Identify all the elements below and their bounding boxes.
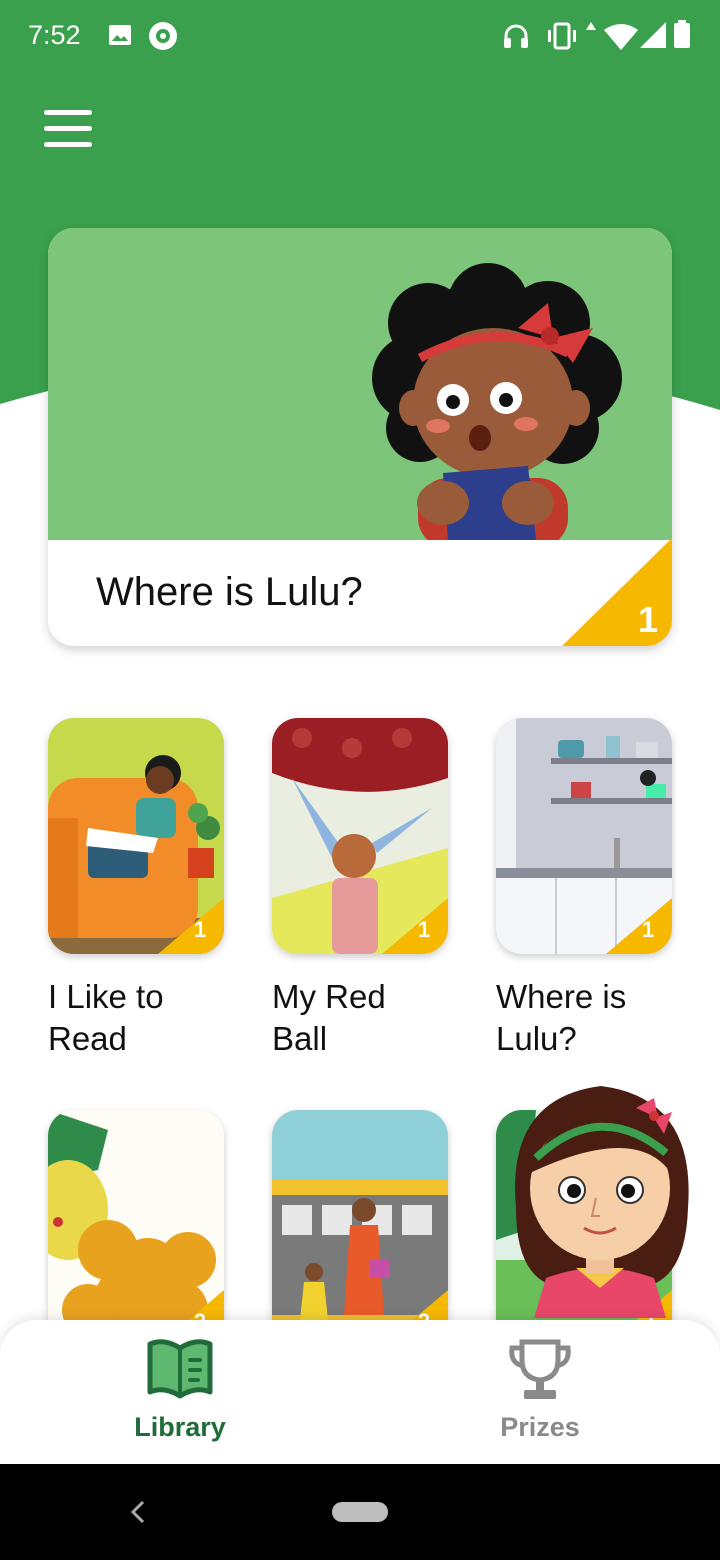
data-arrow-icon <box>586 22 596 30</box>
battery-icon <box>674 20 690 48</box>
avatar[interactable] <box>496 1078 704 1318</box>
nav-library[interactable]: Library <box>0 1320 360 1464</box>
nav-prizes[interactable]: Prizes <box>360 1320 720 1464</box>
book-card[interactable]: 1 Where is Lulu? <box>496 718 672 1060</box>
wifi-icon <box>604 24 638 50</box>
book-cover: 1 <box>272 718 448 954</box>
open-book-icon <box>147 1339 213 1399</box>
book-cover: 2 <box>272 1110 448 1346</box>
book-card[interactable]: 1 I Like to Read <box>48 718 224 1060</box>
signal-icon <box>640 22 666 48</box>
bottom-navigation: Library Prizes <box>0 1320 720 1464</box>
book-cover: 1 <box>48 718 224 954</box>
book-cover: 1 <box>496 718 672 954</box>
book-level-number: 1 <box>642 917 654 942</box>
image-icon <box>109 25 131 45</box>
book-title: My Red Ball <box>272 978 386 1057</box>
book-level-number: 1 <box>418 917 430 942</box>
featured-book-illustration <box>48 228 672 548</box>
system-navigation-bar <box>0 1464 720 1560</box>
featured-book-card[interactable]: Where is Lulu? 1 <box>48 228 672 646</box>
book-card[interactable]: 1 My Red Ball <box>272 718 448 1060</box>
featured-book-title: Where is Lulu? <box>96 570 363 614</box>
book-card[interactable]: 2 <box>48 1110 224 1346</box>
vibrate-icon <box>548 22 576 50</box>
app-screen: 7:52 Where is Lulu? 1 1 I Like to Read 1… <box>0 0 720 1560</box>
book-cover: 2 <box>48 1110 224 1346</box>
book-title: Where is Lulu? <box>496 978 627 1057</box>
trophy-icon <box>509 1339 571 1399</box>
home-pill-button[interactable] <box>332 1502 388 1522</box>
hamburger-menu-icon[interactable] <box>40 104 96 152</box>
book-level-number: 1 <box>194 917 206 942</box>
level-badge: 1 <box>562 538 672 646</box>
book-card[interactable]: 2 <box>272 1110 448 1346</box>
nav-library-label: Library <box>134 1412 226 1442</box>
back-chevron-icon[interactable] <box>130 1500 146 1524</box>
status-bar: 7:52 <box>0 0 720 72</box>
status-time: 7:52 <box>28 20 81 50</box>
level-number: 1 <box>638 599 658 640</box>
headphones-icon <box>504 24 528 48</box>
nav-prizes-label: Prizes <box>500 1412 580 1442</box>
media-disc-icon <box>149 22 177 50</box>
book-title: I Like to Read <box>48 978 164 1057</box>
